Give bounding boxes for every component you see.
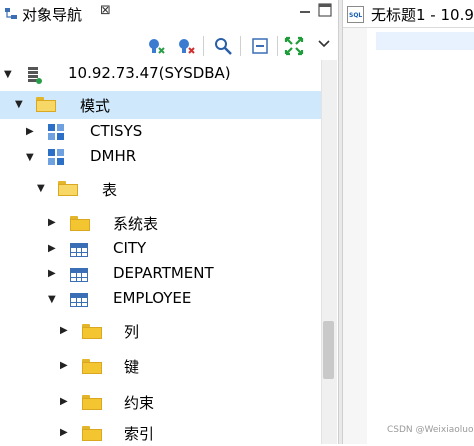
expand-arrow-icon[interactable]: ▶ bbox=[48, 269, 58, 279]
table-icon bbox=[70, 268, 88, 282]
schema-folder-label: 模式 bbox=[80, 97, 111, 115]
connection-label: 10.92.73.47(SYSDBA) bbox=[68, 64, 231, 82]
disconnect-icon[interactable] bbox=[176, 36, 196, 56]
expand-arrow-icon[interactable]: ▶ bbox=[60, 428, 70, 438]
scrollbar-thumb[interactable] bbox=[323, 321, 334, 379]
tree-node-table[interactable]: ▶ DEPARTMENT bbox=[0, 262, 322, 287]
tree-node-schema[interactable]: ▶ CTISYS bbox=[0, 120, 322, 145]
database-server-icon bbox=[28, 67, 42, 84]
column-folder-label: 列 bbox=[124, 323, 140, 341]
tree-node-index-folder[interactable]: ▶ 索引 bbox=[0, 421, 322, 446]
tree-node-schema[interactable]: ▼ DMHR bbox=[0, 145, 322, 170]
tree-node-tables-folder[interactable]: ▼ 表 bbox=[0, 175, 322, 203]
schema-label: DMHR bbox=[90, 147, 137, 165]
sql-badge: SQL bbox=[349, 12, 363, 19]
close-icon[interactable]: ⊠ bbox=[100, 3, 111, 18]
sql-editor: SQL 无标题1 - 10.9 CSDN @Weixiaoluo123 bbox=[343, 0, 474, 444]
line-gutter bbox=[343, 28, 367, 444]
maximize-icon[interactable] bbox=[318, 3, 332, 17]
tree-node-constraint-folder[interactable]: ▶ 约束 bbox=[0, 390, 322, 415]
tree-node-schema-folder[interactable]: ▼ 模式 bbox=[0, 91, 322, 119]
sql-file-icon: SQL bbox=[347, 6, 364, 23]
expand-arrow-icon[interactable]: ▶ bbox=[60, 361, 70, 371]
scrollbar-track[interactable] bbox=[321, 60, 337, 444]
collapse-arrow-icon[interactable]: ▼ bbox=[48, 295, 58, 305]
expand-arrow-icon[interactable]: ▶ bbox=[48, 244, 58, 254]
collapse-arrow-icon[interactable]: ▼ bbox=[37, 184, 47, 194]
schema-icon bbox=[48, 149, 66, 167]
expand-arrow-icon[interactable]: ▶ bbox=[26, 127, 36, 137]
tree-node-connection[interactable]: ▼ 10.92.73.47(SYSDBA) bbox=[0, 62, 322, 87]
key-folder-label: 键 bbox=[124, 358, 140, 376]
folder-icon bbox=[82, 395, 102, 410]
collapse-icon[interactable] bbox=[250, 36, 270, 56]
panel-title: 对象导航 bbox=[22, 6, 83, 24]
object-navigator-panel: 对象导航 ⊠ ▼ 10.92.73.47(SYSDBA) ▼ 模式 ▶ CTIS… bbox=[0, 0, 338, 444]
expand-arrow-icon[interactable]: ▶ bbox=[60, 326, 70, 336]
folder-open-icon bbox=[36, 97, 56, 112]
current-line-highlight[interactable] bbox=[376, 32, 474, 50]
schema-label: CTISYS bbox=[90, 122, 143, 140]
expand-arrow-icon[interactable]: ▶ bbox=[60, 397, 70, 407]
collapse-arrow-icon[interactable]: ▼ bbox=[4, 70, 14, 80]
tree-node-table[interactable]: ▶ CITY bbox=[0, 237, 322, 262]
minimize-icon[interactable] bbox=[299, 6, 311, 18]
table-label: CITY bbox=[113, 239, 147, 257]
collapse-arrow-icon[interactable]: ▼ bbox=[15, 100, 25, 110]
folder-icon bbox=[82, 359, 102, 374]
table-label: DEPARTMENT bbox=[113, 264, 214, 282]
tables-folder-label: 表 bbox=[102, 181, 118, 199]
connect-icon[interactable] bbox=[146, 36, 166, 56]
folder-icon bbox=[70, 216, 90, 231]
search-icon[interactable] bbox=[213, 36, 233, 56]
folder-icon bbox=[82, 324, 102, 339]
tree-node-table[interactable]: ▼ EMPLOYEE bbox=[0, 287, 322, 312]
watermark: CSDN @Weixiaoluo123 bbox=[387, 425, 474, 435]
constraint-folder-label: 约束 bbox=[124, 394, 155, 412]
table-label: EMPLOYEE bbox=[113, 289, 192, 307]
view-menu-icon[interactable] bbox=[314, 34, 334, 54]
schema-icon bbox=[48, 124, 66, 142]
expand-arrow-icon[interactable]: ▶ bbox=[48, 218, 58, 228]
folder-open-icon bbox=[58, 181, 78, 196]
expand-icon[interactable] bbox=[284, 36, 304, 56]
tree-node-key-folder[interactable]: ▶ 键 bbox=[0, 354, 322, 379]
tree-node-table-folder[interactable]: ▶ 系统表 bbox=[0, 211, 322, 236]
folder-icon bbox=[82, 426, 102, 441]
table-icon bbox=[70, 243, 88, 257]
tree-node-column-folder[interactable]: ▶ 列 bbox=[0, 319, 322, 344]
editor-tab-title[interactable]: 无标题1 - 10.9 bbox=[371, 4, 474, 25]
collapse-arrow-icon[interactable]: ▼ bbox=[26, 153, 36, 163]
index-folder-label: 索引 bbox=[124, 425, 155, 443]
table-icon bbox=[70, 293, 88, 307]
table-label: 系统表 bbox=[113, 215, 159, 233]
navigator-icon bbox=[5, 8, 17, 19]
panel-tab[interactable]: 对象导航 ⊠ bbox=[0, 0, 120, 27]
